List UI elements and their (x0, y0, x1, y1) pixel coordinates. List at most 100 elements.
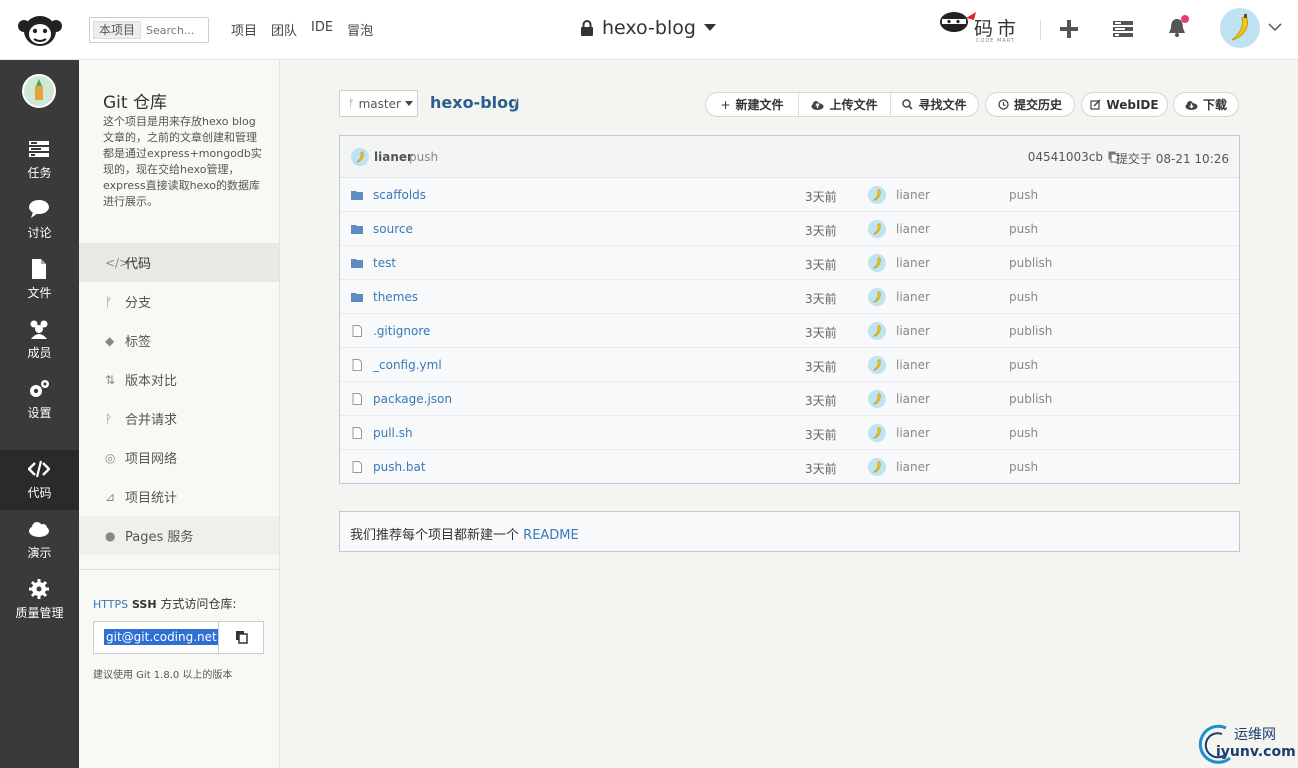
sidebar-item-quality[interactable]: 质量管理 (0, 570, 79, 630)
table-row[interactable]: package.json 3天前 lianer publish (340, 382, 1239, 416)
task-list-icon[interactable] (1112, 18, 1134, 40)
repo-nav-network[interactable]: ◎ 项目网络 (79, 438, 279, 477)
commit-hash[interactable]: 04541003cb (1028, 150, 1103, 164)
repo-nav-merge-requests[interactable]: ᚹ 合并请求 (79, 399, 279, 438)
commit-message[interactable]: push (409, 150, 438, 164)
table-row[interactable]: test 3天前 lianer publish (340, 246, 1239, 280)
avatar[interactable] (868, 424, 886, 442)
file-author[interactable]: lianer (896, 426, 930, 440)
file-commit-message[interactable]: push (1009, 426, 1038, 440)
sidebar-item-files[interactable]: 文件 (0, 250, 79, 310)
chevron-down-icon[interactable] (1268, 22, 1282, 32)
clone-url[interactable]: git@git.coding.net (104, 629, 219, 645)
coding-monkey-logo-icon[interactable] (16, 12, 64, 48)
file-name[interactable]: push.bat (373, 460, 426, 474)
repo-nav-stats[interactable]: ⊿ 项目统计 (79, 477, 279, 516)
repo-nav-branches[interactable]: ᚠ 分支 (79, 282, 279, 321)
file-commit-message[interactable]: push (1009, 290, 1038, 304)
banana-icon (873, 393, 881, 405)
avatar[interactable] (868, 390, 886, 408)
avatar[interactable] (868, 220, 886, 238)
find-file-button[interactable]: 寻找文件 (890, 93, 978, 116)
file-commit-message[interactable]: push (1009, 460, 1038, 474)
clone-ssh-toggle[interactable]: SSH (132, 598, 157, 611)
file-commit-message[interactable]: publish (1009, 324, 1052, 338)
file-author[interactable]: lianer (896, 460, 930, 474)
file-author[interactable]: lianer (896, 392, 930, 406)
caret-down-icon (404, 101, 413, 106)
commit-author[interactable]: lianer (374, 150, 413, 164)
file-name[interactable]: pull.sh (373, 426, 413, 440)
project-avatar[interactable] (22, 74, 56, 108)
sidebar-item-tasks[interactable]: 任务 (0, 130, 79, 190)
project-switcher[interactable]: hexo-blog (580, 17, 716, 39)
avatar[interactable] (868, 186, 886, 204)
avatar[interactable] (868, 288, 886, 306)
file-author[interactable]: lianer (896, 188, 930, 202)
nav-ide[interactable]: IDE (311, 20, 333, 39)
avatar[interactable] (351, 148, 369, 166)
clone-https-toggle[interactable]: HTTPS (93, 598, 128, 611)
sidebar-item-members[interactable]: 成员 (0, 310, 79, 370)
table-row[interactable]: themes 3天前 lianer push (340, 280, 1239, 314)
file-name[interactable]: _config.yml (373, 358, 442, 372)
plus-icon[interactable] (1058, 18, 1080, 40)
clone-url-field[interactable]: git@git.coding.net (93, 621, 264, 654)
search-input[interactable] (146, 21, 206, 39)
download-button[interactable]: 下载 (1173, 92, 1239, 117)
avatar[interactable] (868, 322, 886, 340)
avatar[interactable] (868, 356, 886, 374)
file-name[interactable]: themes (373, 290, 418, 304)
scope-tag[interactable]: 本项目 (93, 21, 142, 39)
nav-bubble[interactable]: 冒泡 (347, 20, 373, 39)
banana-icon (873, 257, 881, 269)
repo-nav-compare[interactable]: ⇅ 版本对比 (79, 360, 279, 399)
repo-nav-code[interactable]: </> 代码 (79, 243, 279, 282)
sidebar-item-demo[interactable]: 演示 (0, 510, 79, 570)
nav-label: 分支 (125, 296, 152, 311)
sidebar-item-code[interactable]: 代码 (0, 450, 79, 510)
table-row[interactable]: push.bat 3天前 lianer push (340, 450, 1239, 484)
bell-icon[interactable] (1166, 14, 1192, 40)
file-author[interactable]: lianer (896, 324, 930, 338)
sidebar-item-settings[interactable]: 设置 (0, 370, 79, 430)
table-row[interactable]: scaffolds 3天前 lianer push (340, 178, 1239, 212)
repo-nav-pages[interactable]: ● Pages 服务 (79, 516, 279, 555)
file-author[interactable]: lianer (896, 256, 930, 270)
table-row[interactable]: source 3天前 lianer push (340, 212, 1239, 246)
sidebar-item-discussion[interactable]: 讨论 (0, 190, 79, 250)
table-row[interactable]: _config.yml 3天前 lianer push (340, 348, 1239, 382)
copy-clone-url-button[interactable] (218, 622, 264, 653)
new-file-button[interactable]: + 新建文件 (706, 93, 798, 116)
nav-teams[interactable]: 团队 (271, 20, 297, 39)
repo-breadcrumb[interactable]: hexo-blog (430, 93, 520, 112)
file-author[interactable]: lianer (896, 222, 930, 236)
file-commit-message[interactable]: push (1009, 358, 1038, 372)
file-commit-message[interactable]: publish (1009, 256, 1052, 270)
user-avatar[interactable] (1220, 8, 1260, 48)
readme-link[interactable]: README (523, 528, 579, 543)
file-commit-message[interactable]: publish (1009, 392, 1052, 406)
file-name[interactable]: package.json (373, 392, 452, 406)
file-name[interactable]: scaffolds (373, 188, 426, 202)
file-author[interactable]: lianer (896, 290, 930, 304)
upload-file-button[interactable]: 上传文件 (798, 93, 890, 116)
nav-projects[interactable]: 项目 (231, 20, 257, 39)
watermark-en: iyunv.com (1216, 744, 1296, 760)
search-box[interactable]: 本项目 (89, 17, 209, 43)
table-row[interactable]: .gitignore 3天前 lianer publish (340, 314, 1239, 348)
branch-selector[interactable]: ᚠ master (339, 90, 418, 117)
file-commit-message[interactable]: push (1009, 222, 1038, 236)
commit-history-button[interactable]: 提交历史 (985, 92, 1075, 117)
table-row[interactable]: pull.sh 3天前 lianer push (340, 416, 1239, 450)
avatar[interactable] (868, 254, 886, 272)
file-author[interactable]: lianer (896, 358, 930, 372)
avatar[interactable] (868, 458, 886, 476)
repo-nav-tags[interactable]: ◆ 标签 (79, 321, 279, 360)
codemart-brand[interactable]: 码市 CODE MART (936, 8, 1028, 48)
file-name[interactable]: test (373, 256, 396, 270)
file-name[interactable]: .gitignore (373, 324, 430, 338)
file-commit-message[interactable]: push (1009, 188, 1038, 202)
webide-button[interactable]: WebIDE (1081, 92, 1168, 117)
file-name[interactable]: source (373, 222, 413, 236)
